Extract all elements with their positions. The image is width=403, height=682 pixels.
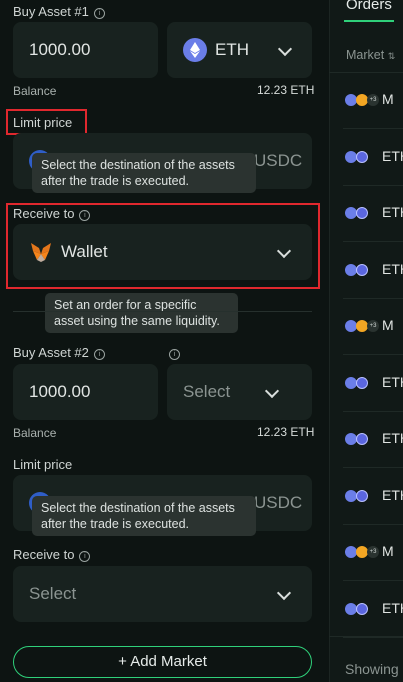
order-row[interactable]: ETH [329, 191, 403, 235]
order-row-label: ETH [382, 430, 403, 446]
order-row-label: ETH [382, 487, 403, 503]
order-row[interactable]: ETH [329, 248, 403, 292]
info-icon: i [79, 551, 91, 562]
usdc-icon [356, 490, 368, 502]
footer-divider [329, 636, 403, 637]
asset2-token-placeholder: Select [183, 382, 231, 401]
asset1-limit-label: Limit price [13, 115, 73, 130]
row-divider [343, 128, 403, 129]
order-row-label: M [382, 317, 394, 333]
order-row-label: M [382, 91, 394, 107]
asset1-receive-select[interactable]: Wallet [13, 224, 312, 280]
order-row[interactable]: ETH [329, 587, 403, 631]
chevron-down-icon [276, 585, 292, 601]
order-row[interactable]: ETH [329, 361, 403, 405]
specific-asset-tooltip: Set an order for a specific asset using … [45, 293, 238, 333]
usdc-icon [356, 264, 368, 276]
chevron-down-icon [276, 243, 292, 259]
order-row[interactable]: ETH [329, 135, 403, 179]
orders-tab-indicator [344, 20, 394, 22]
asset2-limit-label: Limit price [13, 457, 73, 472]
order-row[interactable]: +3 M [329, 78, 403, 122]
info-icon: i [93, 8, 105, 19]
add-market-label: + Add Market [118, 653, 207, 670]
header-divider [329, 72, 403, 73]
asset2-amount-value: 1000.00 [29, 382, 91, 401]
asset2-limit-unit: USDC [254, 493, 303, 512]
asset1-receive-value: Wallet [61, 242, 108, 261]
metamask-fox-icon [29, 240, 53, 264]
order-row-label: ETH [382, 148, 403, 164]
row-divider [343, 467, 403, 468]
market-column-header[interactable]: Market ⇅ [346, 48, 395, 62]
asset2-receive-select[interactable]: Select [13, 566, 312, 622]
more-tokens-badge: +3 [367, 546, 379, 558]
asset2-label: Buy Asset #2 i [13, 345, 105, 360]
usdc-icon [356, 207, 368, 219]
asset2-token-select[interactable]: Select [167, 364, 312, 420]
asset1-balance-label: Balance [13, 84, 57, 98]
order-row[interactable]: +3 M [329, 304, 403, 348]
asset2-receive-placeholder: Select [29, 584, 77, 603]
row-divider [343, 411, 403, 412]
row-divider [343, 185, 403, 186]
order-row-label: ETH [382, 261, 403, 277]
row-divider [343, 298, 403, 299]
info-icon: i [169, 349, 180, 360]
more-tokens-badge: +3 [367, 94, 379, 106]
asset1-token-label: ETH [215, 40, 249, 59]
row-divider [343, 354, 403, 355]
info-icon: i [93, 349, 105, 360]
asset1-label: Buy Asset #1 i [13, 4, 105, 19]
chevron-down-icon [277, 41, 293, 57]
add-market-button[interactable]: + Add Market [13, 646, 312, 678]
asset1-balance-value: 12.23 ETH [257, 83, 315, 97]
row-divider [343, 241, 403, 242]
usdc-icon [356, 603, 368, 615]
order-row-label: ETH [382, 374, 403, 390]
usdc-icon [356, 377, 368, 389]
showing-label: Showing [345, 661, 399, 677]
eth-icon [183, 38, 207, 62]
asset1-amount-value: 1000.00 [29, 40, 91, 59]
order-row-label: ETH [382, 600, 403, 616]
destination-tooltip: Select the destination of the assets aft… [32, 153, 256, 193]
asset1-token-select[interactable]: ETH [167, 22, 312, 78]
row-divider [343, 580, 403, 581]
asset2-balance-value: 12.23 ETH [257, 425, 315, 439]
order-row-label: ETH [382, 204, 403, 220]
asset1-limit-unit: USDC [254, 151, 303, 170]
destination-tooltip: Select the destination of the assets aft… [32, 496, 256, 536]
order-row[interactable]: ETH [329, 417, 403, 461]
usdc-icon [356, 433, 368, 445]
more-tokens-badge: +3 [367, 320, 379, 332]
order-row[interactable]: +3 M [329, 530, 403, 574]
orders-tab[interactable]: Orders [346, 0, 392, 13]
row-divider [343, 524, 403, 525]
order-row[interactable]: ETH [329, 474, 403, 518]
asset2-receive-label: Receive to i [13, 547, 91, 562]
asset2-balance-label: Balance [13, 426, 57, 440]
asset2-amount-input[interactable]: 1000.00 [13, 364, 158, 420]
order-row-label: M [382, 543, 394, 559]
asset1-amount-input[interactable]: 1000.00 [13, 22, 158, 78]
row-divider [343, 637, 403, 638]
usdc-icon [356, 151, 368, 163]
section-divider [13, 311, 312, 312]
chevron-down-icon [264, 383, 280, 399]
